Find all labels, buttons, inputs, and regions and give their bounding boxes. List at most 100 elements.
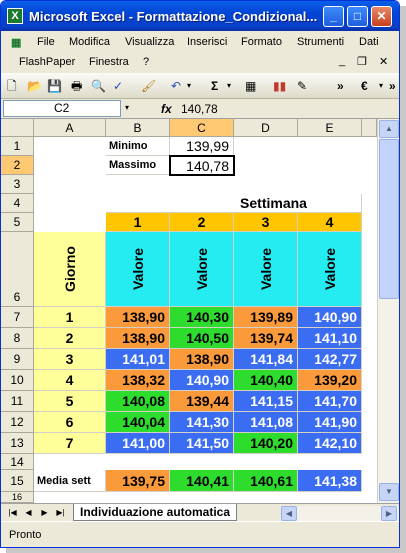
valore-header-1[interactable]: Valore: [106, 232, 170, 307]
spelling-icon[interactable]: ✓: [113, 77, 123, 95]
first-sheet-icon[interactable]: |◀: [7, 507, 18, 519]
value-cell[interactable]: 141,90: [298, 412, 362, 433]
max-label[interactable]: Massimo: [106, 156, 170, 175]
value-cell[interactable]: 140,08: [106, 391, 170, 412]
autosum-dropdown-icon[interactable]: ▾: [227, 77, 231, 95]
scroll-thumb[interactable]: [379, 139, 399, 299]
value-cell[interactable]: 140,04: [106, 412, 170, 433]
valore-header-4[interactable]: Valore: [298, 232, 362, 307]
max-value-selected-cell[interactable]: 140,78: [169, 155, 235, 176]
day-cell[interactable]: 1: [34, 307, 106, 328]
chart-wizard-icon[interactable]: ▮▮: [273, 77, 286, 95]
close-button[interactable]: ✕: [371, 6, 392, 27]
value-cell[interactable]: 138,90: [170, 349, 234, 370]
value-cell[interactable]: 138,90: [106, 328, 170, 349]
week-header-1[interactable]: 1: [106, 213, 170, 232]
value-cell[interactable]: 140,50: [170, 328, 234, 349]
vertical-scrollbar[interactable]: ▲ ▼: [377, 119, 399, 503]
giorno-header-cell[interactable]: Giorno: [34, 232, 106, 307]
average-cell[interactable]: 140,61: [234, 470, 298, 492]
function-icon[interactable]: ▦: [245, 77, 256, 95]
open-folder-icon[interactable]: 📂: [27, 77, 42, 95]
menu-file[interactable]: File: [37, 36, 55, 48]
row-header-5[interactable]: 5: [1, 213, 34, 232]
print-icon[interactable]: 🖶: [71, 77, 82, 95]
day-cell[interactable]: 7: [34, 433, 106, 454]
value-cell[interactable]: 141,50: [170, 433, 234, 454]
row-header-11[interactable]: 11: [1, 391, 34, 412]
value-cell[interactable]: 141,30: [170, 412, 234, 433]
prev-sheet-icon[interactable]: ◀: [23, 507, 34, 519]
name-box[interactable]: C2: [3, 100, 121, 117]
column-header-e[interactable]: E: [298, 119, 362, 137]
sheet-tab-active[interactable]: Individuazione automatica: [73, 504, 238, 521]
scroll-right-icon[interactable]: ▶: [381, 506, 397, 521]
week-header-3[interactable]: 3: [234, 213, 298, 232]
workbook-restore-icon[interactable]: ❐: [357, 55, 367, 68]
undo-dropdown-icon[interactable]: ▾: [187, 77, 191, 95]
value-cell[interactable]: 141,84: [234, 349, 298, 370]
average-cell[interactable]: 139,75: [106, 470, 170, 492]
day-cell[interactable]: 6: [34, 412, 106, 433]
scroll-up-icon[interactable]: ▲: [379, 120, 399, 138]
value-cell[interactable]: 139,89: [234, 307, 298, 328]
average-cell[interactable]: 141,38: [298, 470, 362, 492]
value-cell[interactable]: 139,44: [170, 391, 234, 412]
minimize-button[interactable]: _: [323, 6, 344, 27]
valore-header-3[interactable]: Valore: [234, 232, 298, 307]
formula-value[interactable]: 140,78: [181, 102, 218, 116]
value-cell[interactable]: 141,70: [298, 391, 362, 412]
week-header-4[interactable]: 4: [298, 213, 362, 232]
value-cell[interactable]: 142,77: [298, 349, 362, 370]
column-header-f[interactable]: [362, 119, 377, 137]
media-sett-label[interactable]: Media sett: [34, 470, 106, 492]
day-cell[interactable]: 2: [34, 328, 106, 349]
maximize-button[interactable]: □: [347, 6, 368, 27]
scroll-down-icon[interactable]: ▼: [379, 483, 399, 501]
value-cell[interactable]: 141,00: [106, 433, 170, 454]
value-cell[interactable]: 141,08: [234, 412, 298, 433]
menu-flashpaper[interactable]: FlashPaper: [19, 56, 75, 68]
worksheet-grid[interactable]: A B C D E 1 2 3 4 5 6 7 8 9 10 11 12 13 …: [1, 119, 377, 503]
menu-visualizza[interactable]: Visualizza: [125, 36, 174, 48]
name-box-dropdown-icon[interactable]: ▾: [125, 103, 129, 112]
row-header-1[interactable]: 1: [1, 137, 34, 156]
value-cell[interactable]: 140,30: [170, 307, 234, 328]
row-header-6[interactable]: 6: [1, 232, 34, 307]
scroll-left-icon[interactable]: ◀: [281, 506, 297, 521]
value-cell[interactable]: 140,40: [234, 370, 298, 391]
menu-help[interactable]: ?: [143, 56, 149, 68]
value-cell[interactable]: 139,74: [234, 328, 298, 349]
row-header-8[interactable]: 8: [1, 328, 34, 349]
settimana-header[interactable]: Settimana: [106, 194, 362, 213]
row-header-4[interactable]: 4: [1, 194, 34, 213]
workbook-icon[interactable]: ▦: [11, 36, 21, 49]
day-cell[interactable]: 5: [34, 391, 106, 412]
value-cell[interactable]: 140,90: [170, 370, 234, 391]
week-header-2[interactable]: 2: [170, 213, 234, 232]
menu-inserisci[interactable]: Inserisci: [187, 36, 227, 48]
print-preview-icon[interactable]: 🔍: [91, 77, 106, 95]
save-icon[interactable]: 💾: [47, 77, 62, 95]
menu-dati[interactable]: Dati: [359, 36, 379, 48]
fx-icon[interactable]: fx: [161, 102, 172, 116]
next-sheet-icon[interactable]: ▶: [39, 507, 50, 519]
new-document-icon[interactable]: 🗋: [7, 77, 17, 95]
last-sheet-icon[interactable]: ▶|: [55, 507, 66, 519]
row-header-9[interactable]: 9: [1, 349, 34, 370]
toolbar-overflow-icon-2[interactable]: »: [389, 77, 396, 95]
workbook-close-icon[interactable]: ✕: [379, 55, 388, 68]
row-header-15[interactable]: 15: [1, 470, 34, 492]
row-header-7[interactable]: 7: [1, 307, 34, 328]
column-header-d[interactable]: D: [234, 119, 298, 137]
row-header-2[interactable]: 2: [1, 156, 34, 175]
menu-strumenti[interactable]: Strumenti: [297, 36, 344, 48]
autosum-icon[interactable]: Σ: [211, 77, 218, 95]
value-cell[interactable]: 140,90: [298, 307, 362, 328]
day-cell[interactable]: 4: [34, 370, 106, 391]
row-header-12[interactable]: 12: [1, 412, 34, 433]
column-header-b[interactable]: B: [106, 119, 170, 137]
row-header-16[interactable]: 16: [1, 492, 34, 503]
column-header-c[interactable]: C: [170, 119, 234, 137]
row-header-10[interactable]: 10: [1, 370, 34, 391]
